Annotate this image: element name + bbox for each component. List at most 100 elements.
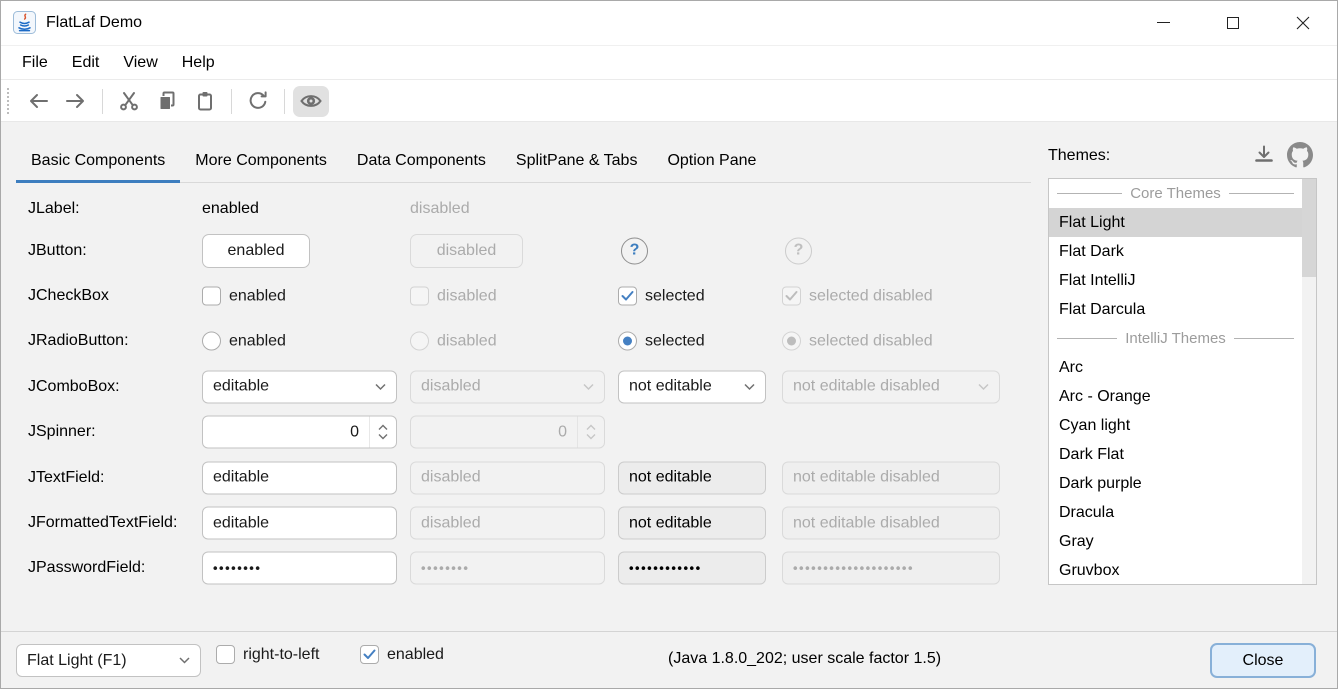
checkbox-box — [216, 645, 235, 664]
menu-help[interactable]: Help — [170, 54, 227, 72]
status-info-text: (Java 1.8.0_202; user scale factor 1.5) — [668, 650, 941, 668]
chevron-down-icon — [586, 434, 596, 440]
toolbar-grip[interactable] — [7, 88, 11, 114]
close-button[interactable]: Close — [1210, 643, 1316, 678]
cut-button[interactable] — [111, 86, 147, 117]
download-icon[interactable] — [1252, 143, 1276, 172]
help-button[interactable]: ? — [621, 237, 648, 264]
menu-file[interactable]: File — [10, 54, 60, 72]
spinner: 0 — [202, 416, 397, 449]
menu-edit[interactable]: Edit — [60, 54, 112, 72]
tab-more-components[interactable]: More Components — [180, 140, 342, 182]
field-box[interactable]: not editable — [618, 461, 766, 494]
forward-button[interactable] — [58, 86, 94, 117]
tab-splitpane-tabs[interactable]: SplitPane & Tabs — [501, 140, 653, 182]
theme-item-flat-light[interactable]: Flat Light — [1049, 208, 1302, 237]
row-cells: enableddisabled — [202, 190, 1031, 228]
demo-button: disabled — [410, 234, 523, 268]
spinner-buttons[interactable] — [369, 417, 396, 448]
chevron-down-icon — [583, 383, 594, 390]
refresh-icon — [246, 89, 270, 113]
copy-button[interactable] — [149, 86, 185, 117]
demo-button[interactable]: enabled — [202, 234, 310, 268]
github-icon[interactable] — [1287, 142, 1313, 173]
control-text: disabled — [421, 469, 481, 487]
row-label: JButton: — [28, 242, 202, 260]
spinner-control[interactable]: 0 — [202, 416, 397, 449]
component-row-jtextfield: JTextField:editabledisablednot editablen… — [16, 455, 1031, 500]
row-cells: enabled disabled?? — [202, 228, 1031, 273]
paste-button[interactable] — [187, 86, 223, 117]
spinner-control: 0 — [410, 416, 605, 449]
close-icon — [1296, 16, 1310, 30]
theme-item-arc-orange[interactable]: Arc - Orange — [1049, 382, 1302, 411]
combobox: not editable disabled — [782, 370, 1000, 403]
theme-items: Core Themes Flat LightFlat DarkFlat Intel… — [1049, 179, 1302, 585]
back-button[interactable] — [20, 86, 56, 117]
combobox-control[interactable]: not editable — [618, 370, 766, 403]
combobox: disabled — [410, 370, 605, 403]
field-box: disabled — [410, 507, 605, 540]
radio-button[interactable]: selected — [618, 332, 766, 351]
button-cell: enabled — [202, 234, 397, 268]
row-cells: editable disabled not editable not editable… — [202, 364, 1031, 409]
theme-item-flat-intellij[interactable]: Flat IntelliJ — [1049, 266, 1302, 295]
refresh-button[interactable] — [240, 86, 276, 117]
theme-item-flat-dark[interactable]: Flat Dark — [1049, 237, 1302, 266]
theme-item-cyan-light[interactable]: Cyan light — [1049, 411, 1302, 440]
theme-item-gruvbox[interactable]: Gruvbox — [1049, 556, 1302, 585]
checkbox[interactable]: selected — [618, 287, 766, 306]
java-app-icon — [13, 11, 36, 34]
control-text: disabled — [421, 514, 481, 532]
theme-item-dracula[interactable]: Dracula — [1049, 498, 1302, 527]
checkbox-label: enabled — [229, 287, 286, 305]
control-text: ? — [794, 242, 804, 260]
theme-item-arc[interactable]: Arc — [1049, 353, 1302, 382]
checkbox[interactable]: enabled — [202, 287, 397, 306]
control-text: editable — [213, 469, 269, 487]
theme-item-gray[interactable]: Gray — [1049, 527, 1302, 556]
field-box: disabled — [410, 461, 605, 494]
theme-item-dark-purple[interactable]: Dark purple — [1049, 469, 1302, 498]
radio-button[interactable]: enabled — [202, 332, 397, 351]
minimize-button[interactable] — [1128, 0, 1198, 45]
radio-circle — [410, 332, 429, 351]
checkbox-label: selected disabled — [809, 287, 933, 305]
checkbox-box — [782, 287, 801, 306]
checkbox-box — [410, 287, 429, 306]
field-box[interactable]: •••••••••••• — [618, 552, 766, 585]
combobox: editable — [202, 370, 397, 403]
checkbox-box — [360, 645, 379, 664]
tab-basic-components[interactable]: Basic Components — [16, 140, 180, 182]
field-box[interactable]: editable — [202, 461, 397, 494]
tab-option-pane[interactable]: Option Pane — [652, 140, 771, 182]
control-text: disabled — [421, 378, 481, 396]
show-details-toggle[interactable] — [293, 86, 329, 117]
maximize-button[interactable] — [1198, 0, 1268, 45]
tab-data-components[interactable]: Data Components — [342, 140, 501, 182]
control-text: not editable disabled — [793, 469, 940, 487]
text-field: not editable — [618, 507, 766, 540]
field-box[interactable]: •••••••• — [202, 552, 397, 585]
button-cell: disabled — [410, 234, 605, 268]
laf-selector-combobox[interactable]: Flat Light (F1) — [16, 644, 201, 677]
right-to-left-checkbox[interactable]: right-to-left — [216, 645, 319, 664]
theme-item-flat-darcula[interactable]: Flat Darcula — [1049, 295, 1302, 324]
separator-label: Core Themes — [1130, 185, 1221, 202]
control-text: 0 — [203, 417, 369, 448]
combobox-control[interactable]: editable — [202, 370, 397, 403]
close-window-button[interactable] — [1268, 0, 1338, 45]
enabled-checkbox[interactable]: enabled — [360, 645, 444, 664]
help-cell: ? — [782, 237, 1000, 264]
scrollbar-thumb[interactable] — [1302, 179, 1316, 277]
radio-label: selected — [645, 332, 705, 350]
radio-label: disabled — [437, 332, 497, 350]
field-box[interactable]: not editable — [618, 507, 766, 540]
combobox: not editable — [618, 370, 766, 403]
field-box: •••••••••••••••••••• — [782, 552, 1000, 585]
menu-view[interactable]: View — [111, 54, 169, 72]
row-label: JComboBox: — [28, 378, 202, 396]
theme-list-scrollbar[interactable] — [1302, 179, 1316, 584]
field-box[interactable]: editable — [202, 507, 397, 540]
theme-item-dark-flat[interactable]: Dark Flat — [1049, 440, 1302, 469]
